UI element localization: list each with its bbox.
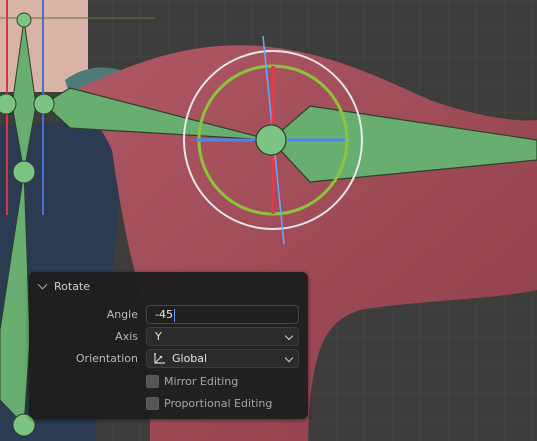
angle-label: Angle: [106, 308, 138, 321]
global-orientation-icon: [154, 352, 165, 364]
axis-dropdown[interactable]: Y: [146, 327, 299, 346]
checkbox-box[interactable]: [146, 397, 159, 410]
proportional-editing-label: Proportional Editing: [164, 397, 273, 410]
joint-shoulder-left[interactable]: [0, 93, 17, 115]
text-cursor: [173, 308, 176, 322]
angle-value: -45: [155, 308, 173, 321]
orientation-dropdown[interactable]: Global: [146, 349, 299, 368]
elbow-joint[interactable]: [255, 124, 287, 156]
proportional-editing-checkbox[interactable]: Proportional Editing: [146, 397, 272, 410]
panel-title: Rotate: [54, 279, 91, 293]
panel-header[interactable]: Rotate: [37, 277, 90, 295]
joint-top[interactable]: [16, 12, 32, 28]
chevron-down-icon: [284, 353, 294, 363]
axis-label: Axis: [115, 330, 138, 343]
orientation-value: Global: [172, 352, 208, 365]
chevron-down-icon[interactable]: [37, 279, 48, 290]
angle-field[interactable]: -45: [146, 305, 299, 324]
joint-shoulder[interactable]: [33, 93, 55, 115]
orientation-label: Orientation: [75, 352, 138, 365]
axis-value: Y: [155, 330, 162, 343]
checkbox-box[interactable]: [146, 375, 159, 388]
rotate-operator-panel: Rotate Angle -45 Axis Y Orientation Glob…: [29, 272, 308, 419]
mirror-editing-label: Mirror Editing: [164, 375, 239, 388]
chevron-down-icon: [284, 331, 294, 341]
mirror-editing-checkbox[interactable]: Mirror Editing: [146, 375, 238, 388]
joint-chest[interactable]: [12, 160, 36, 184]
